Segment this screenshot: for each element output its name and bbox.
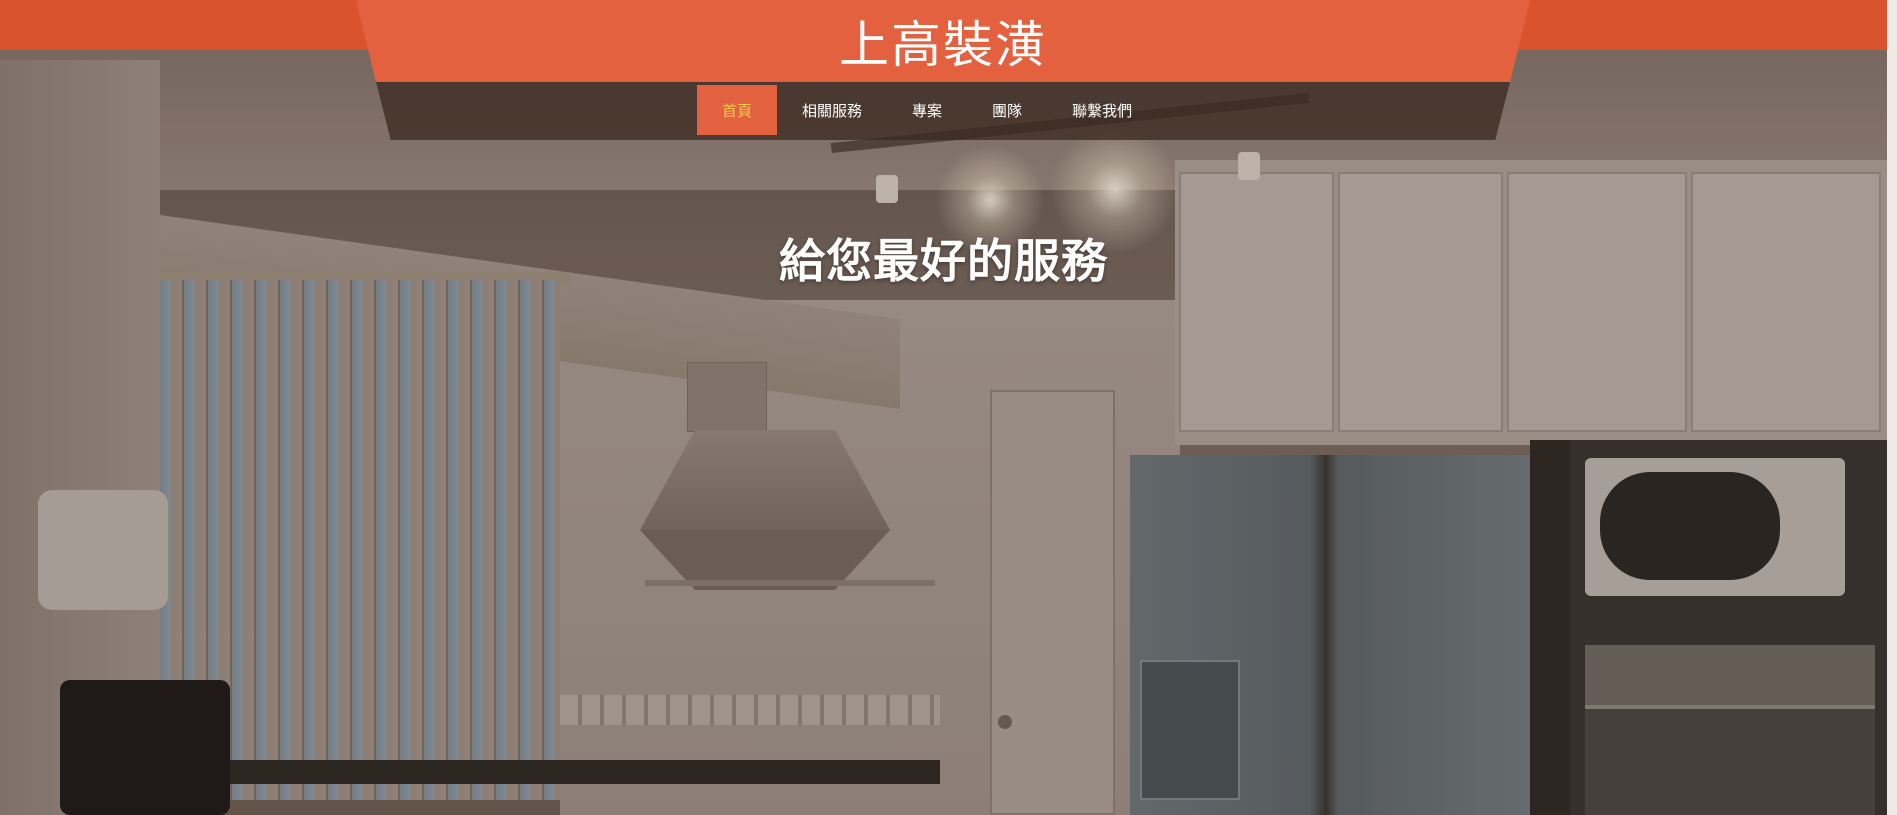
main-nav: 首頁 相關服務 專案 團隊 聯繫我們 bbox=[697, 85, 1157, 135]
nav-item-services[interactable]: 相關服務 bbox=[777, 85, 887, 135]
nav-item-contact[interactable]: 聯繫我們 bbox=[1047, 85, 1157, 135]
hero-heading: 給您最好的服務 bbox=[779, 234, 1108, 288]
scrollbar[interactable] bbox=[1887, 0, 1897, 815]
nav-item-projects[interactable]: 專案 bbox=[887, 85, 967, 135]
nav-item-home[interactable]: 首頁 bbox=[697, 85, 778, 135]
nav-item-team[interactable]: 團隊 bbox=[967, 85, 1047, 135]
site-logo-title[interactable]: 上高裝潢 bbox=[356, 0, 1530, 82]
